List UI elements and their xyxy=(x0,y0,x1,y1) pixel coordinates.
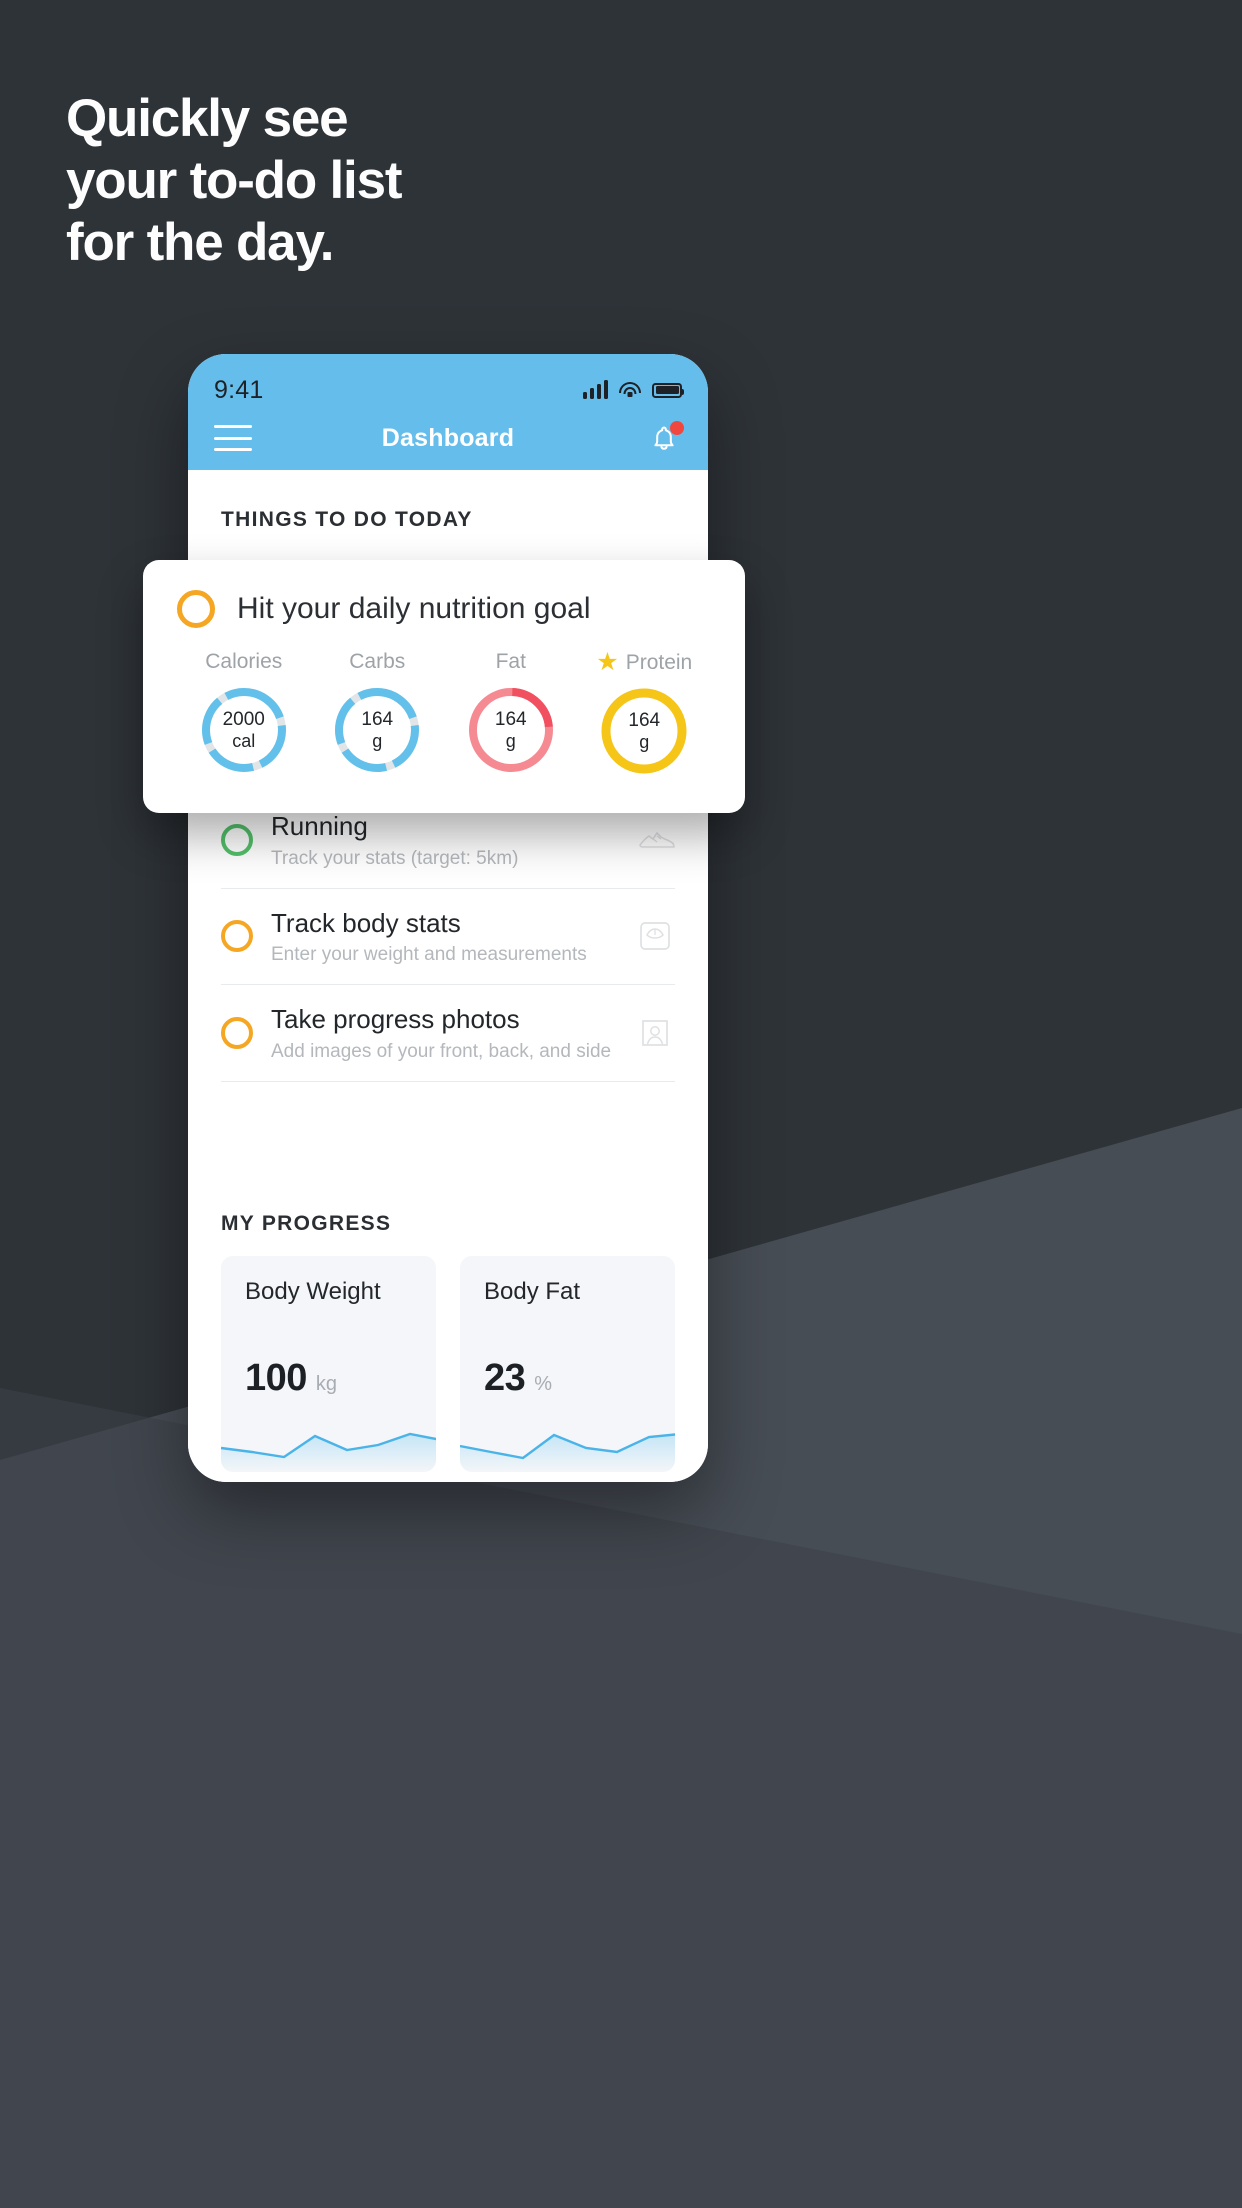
status-bar: 9:41 xyxy=(188,354,708,416)
macro-label: Protein xyxy=(625,650,693,674)
macro-donut-carbs: 164 g xyxy=(331,684,423,776)
macro-donut-fat: 164 g xyxy=(465,684,557,776)
macro-unit: g xyxy=(639,731,650,752)
macro-donut-text: 164 g xyxy=(465,684,557,776)
macro-carbs[interactable]: Carbs 164 g xyxy=(311,650,445,777)
task-subtitle: Track your stats (target: 5km) xyxy=(271,847,519,869)
progress-card-value-group: 100 kg xyxy=(245,1357,337,1400)
macro-label-wrap: Calories xyxy=(177,650,311,674)
task-checkbox-ring[interactable] xyxy=(221,920,253,953)
task-subtitle: Add images of your front, back, and side xyxy=(271,1040,612,1062)
task-subtitle: Enter your weight and measurements xyxy=(271,944,587,965)
task-title: Track body stats xyxy=(271,907,461,938)
nutrition-goal-card[interactable]: Hit your daily nutrition goal Calories 2… xyxy=(143,560,745,813)
progress-card-title: Body Fat xyxy=(484,1277,581,1305)
progress-card-value-group: 23 % xyxy=(484,1357,552,1400)
macro-label-wrap: Fat xyxy=(444,650,578,674)
macro-value: 164 xyxy=(628,709,661,731)
promo-headline: Quickly see your to-do list for the day. xyxy=(66,89,403,278)
progress-card-grid: Body Weight 100 kg Body Fat 23 % xyxy=(188,1236,708,1472)
macro-fat[interactable]: Fat 164 g xyxy=(444,650,578,777)
macro-donut-protein: 164 g xyxy=(598,685,690,777)
task-text: Track body stats Enter your weight and m… xyxy=(271,907,635,967)
macro-unit: g xyxy=(372,730,383,751)
page-title: Dashboard xyxy=(381,423,515,452)
headline-line-2: your to-do list xyxy=(66,151,403,210)
task-text: Take progress photos Add images of your … xyxy=(271,1003,635,1063)
notifications-button[interactable] xyxy=(646,420,684,456)
macro-donut-text: 164 g xyxy=(331,684,423,776)
macro-value: 164 xyxy=(361,708,394,730)
macro-value: 164 xyxy=(494,708,527,730)
hamburger-menu-icon[interactable] xyxy=(214,425,252,451)
macro-protein[interactable]: ★ Protein 164 g xyxy=(578,650,712,777)
status-time: 9:41 xyxy=(214,375,264,404)
macro-unit: cal xyxy=(232,730,256,751)
progress-card-value: 100 xyxy=(245,1356,307,1399)
headline-line-1: Quickly see xyxy=(66,89,349,148)
status-icons xyxy=(583,380,684,399)
nutrition-card-title: Hit your daily nutrition goal xyxy=(237,592,591,625)
macro-unit: g xyxy=(505,730,516,751)
wifi-icon xyxy=(619,381,641,399)
macro-label: Carbs xyxy=(349,650,406,673)
nutrition-card-header: Hit your daily nutrition goal xyxy=(177,590,711,628)
macro-donut-text: 2000 cal xyxy=(198,684,290,776)
running-shoe-icon xyxy=(639,831,675,848)
progress-card-value: 23 xyxy=(484,1356,526,1399)
battery-full-icon xyxy=(652,382,684,398)
app-nav-bar: Dashboard xyxy=(188,416,708,470)
task-row-body-stats[interactable]: Track body stats Enter your weight and m… xyxy=(221,889,675,985)
progress-card-unit: % xyxy=(534,1372,553,1395)
task-title: Running xyxy=(271,811,368,841)
macro-donut-text: 164 g xyxy=(598,685,690,777)
progress-card-unit: kg xyxy=(315,1372,338,1395)
progress-card-title: Body Weight xyxy=(245,1277,381,1305)
progress-card-body-fat[interactable]: Body Fat 23 % xyxy=(460,1255,675,1472)
macro-label: Calories xyxy=(205,650,283,673)
macro-label-wrap: Carbs xyxy=(311,650,445,674)
progress-section-heading: MY PROGRESS xyxy=(221,1211,392,1235)
signal-bars-icon xyxy=(583,380,608,399)
task-checkbox-ring[interactable] xyxy=(221,1016,253,1049)
nutrition-checkbox-ring[interactable] xyxy=(177,590,215,628)
task-text: Running Track your stats (target: 5km) xyxy=(271,810,635,870)
progress-card-body-weight[interactable]: Body Weight 100 kg xyxy=(221,1255,436,1472)
task-checkbox-ring[interactable] xyxy=(221,823,253,856)
macro-value: 2000 xyxy=(222,708,265,730)
body-fat-sparkline xyxy=(460,1432,675,1472)
bathroom-scale-icon xyxy=(640,922,670,951)
macro-ring-row: Calories 2000 cal Carbs 164 g Fat 164 g … xyxy=(177,650,711,777)
body-weight-sparkline xyxy=(221,1432,436,1472)
todo-section-heading: THINGS TO DO TODAY xyxy=(221,508,473,531)
notification-dot xyxy=(670,421,684,435)
macro-label-wrap: ★ Protein xyxy=(578,650,712,675)
macro-label: Fat xyxy=(495,650,526,673)
macro-donut-calories: 2000 cal xyxy=(198,684,290,776)
macro-calories[interactable]: Calories 2000 cal xyxy=(177,650,311,777)
person-photo-icon xyxy=(642,1019,668,1046)
star-icon: ★ xyxy=(596,648,619,676)
headline-line-3: for the day. xyxy=(66,213,335,272)
task-row-progress-photos[interactable]: Take progress photos Add images of your … xyxy=(221,985,675,1082)
task-title: Take progress photos xyxy=(271,1004,520,1034)
phone-mockup: 9:41 Dashboard THINGS TO DO TODAY Runnin… xyxy=(188,354,708,1482)
